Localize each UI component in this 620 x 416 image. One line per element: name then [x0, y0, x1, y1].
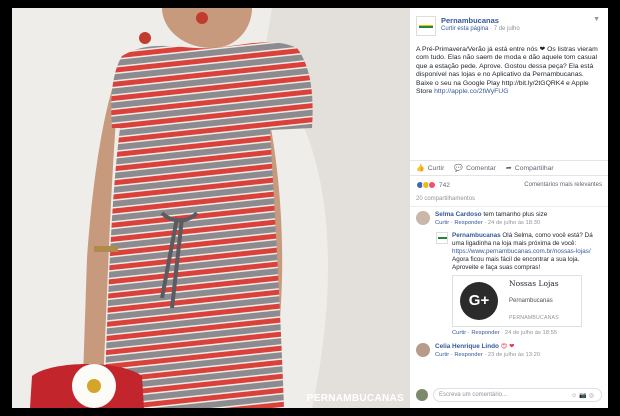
- reply-text-2: Agora ficou mais fácil de encontrar a su…: [452, 256, 580, 271]
- link-preview-card[interactable]: G+ Nossas Lojas Pernambucanas PERNAMBUCA…: [452, 275, 582, 327]
- share-button[interactable]: ➦ Compartilhar: [505, 164, 554, 173]
- commenter-name[interactable]: Selma Cardoso: [435, 211, 482, 218]
- dress-photo: [12, 8, 410, 408]
- page-avatar[interactable]: [416, 16, 436, 36]
- heart-emoji-icon: 😍 ❤: [500, 343, 515, 350]
- gplus-icon: G+: [460, 282, 498, 320]
- emoji-camera-icons[interactable]: ☺📷◎: [571, 392, 596, 399]
- card-domain: PERNAMBUCANAS: [509, 315, 559, 321]
- share-icon: ➦: [505, 165, 512, 172]
- card-title: Nossas Lojas: [509, 279, 559, 288]
- reaction-summary[interactable]: 742: [416, 181, 450, 189]
- comment-date[interactable]: 23 de julho às 13:20: [488, 352, 540, 358]
- post-link[interactable]: http://apple.co/2tWyFUG: [434, 88, 508, 95]
- comment-item: Selma Cardoso tem tamanho plus size Curt…: [410, 207, 608, 229]
- post-header: Pernambucanas Curtir esta página · 7 de …: [410, 8, 608, 40]
- comment-item: Celia Henrique Lindo 😍 ❤ Curtir · Respon…: [410, 339, 608, 361]
- reply-item: Pernambucanas Olá Selma, como você está?…: [410, 229, 608, 339]
- post-date[interactable]: 7 de julho: [494, 26, 520, 32]
- commenter-avatar[interactable]: [416, 211, 430, 225]
- comment-placeholder: Escreva um comentário...: [439, 392, 508, 398]
- write-comment: Escreva um comentário... ☺📷◎: [416, 388, 602, 402]
- reply-date[interactable]: 24 de julho às 18:55: [505, 330, 557, 336]
- comment-input[interactable]: Escreva um comentário... ☺📷◎: [433, 388, 602, 402]
- chevron-down-icon[interactable]: ▼: [593, 16, 600, 23]
- like-page-link[interactable]: Curtir esta página: [441, 26, 488, 32]
- post-text: A Pré-Primavera/Verão já está entre nós …: [416, 46, 598, 96]
- page-name-link[interactable]: Pernambucanas: [441, 16, 520, 25]
- post-panel: Pernambucanas Curtir esta página · 7 de …: [410, 8, 608, 408]
- reaction-count: 742: [439, 181, 450, 189]
- comment-actions[interactable]: Curtir · Responder: [435, 220, 483, 226]
- reply-avatar[interactable]: [436, 232, 448, 244]
- post-actions: 👍 Curtir 💬 Comentar ➦ Compartilhar: [410, 160, 608, 176]
- photo-viewer: PERNAMBUCANAS Pernambucanas Curtir esta …: [0, 0, 620, 416]
- comment-text: tem tamanho plus size: [483, 211, 548, 218]
- commenter-avatar[interactable]: [416, 343, 430, 357]
- thumbs-up-icon: 👍: [416, 165, 425, 172]
- commenter-name[interactable]: Celia Henrique Lindo: [435, 343, 499, 350]
- current-user-avatar: [416, 389, 428, 401]
- comment-date[interactable]: 24 de julho às 18:30: [488, 220, 540, 226]
- card-subtitle: Pernambucanas: [509, 298, 553, 304]
- brand-watermark: PERNAMBUCANAS: [306, 393, 404, 404]
- gplus-logo: G+: [453, 276, 505, 326]
- comment-button[interactable]: 💬 Comentar: [454, 164, 496, 173]
- love-reaction-icon: [428, 181, 436, 189]
- reply-link[interactable]: https://www.pernambucanas.com.br/nossas-…: [452, 248, 591, 255]
- share-count[interactable]: 20 compartilhamentos: [410, 194, 608, 207]
- post-photo[interactable]: PERNAMBUCANAS: [12, 8, 410, 408]
- reply-author[interactable]: Pernambucanas: [452, 232, 501, 239]
- comment-actions[interactable]: Curtir · Responder: [435, 352, 483, 358]
- comment-sort-dropdown[interactable]: Comentários mais relevantes: [524, 182, 602, 188]
- comment-icon: 💬: [454, 165, 464, 172]
- reactions-bar: 742 Comentários mais relevantes: [410, 176, 608, 194]
- reply-actions[interactable]: Curtir · Responder: [452, 330, 500, 336]
- like-button[interactable]: 👍 Curtir: [416, 164, 444, 173]
